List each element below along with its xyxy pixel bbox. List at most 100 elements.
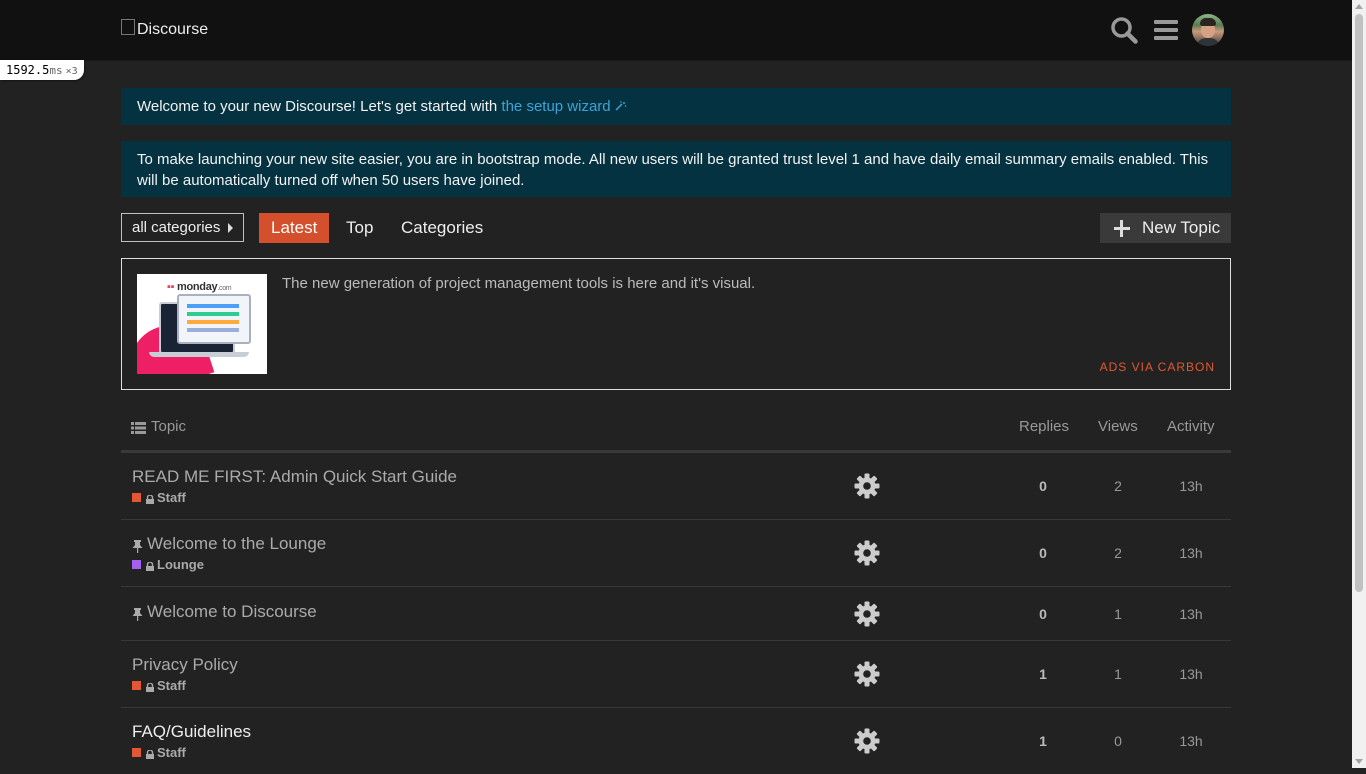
setup-wizard-notice: Welcome to your new Discourse! Let's get… (121, 88, 1231, 125)
search-icon[interactable] (1108, 14, 1140, 46)
category-badge[interactable]: Staff (132, 490, 186, 505)
lock-icon (146, 680, 154, 692)
hamburger-menu-icon[interactable] (1150, 14, 1182, 46)
category-name: Staff (157, 745, 186, 760)
scroll-down-icon[interactable] (1355, 759, 1363, 764)
views-count: 0 (1114, 733, 1122, 749)
replies-count[interactable]: 1 (1023, 733, 1063, 749)
gear-icon[interactable] (854, 540, 880, 566)
replies-count[interactable]: 0 (1023, 478, 1063, 494)
activity-time[interactable]: 13h (1171, 666, 1211, 682)
timer-unit: ms (49, 64, 63, 77)
activity-time[interactable]: 13h (1171, 478, 1211, 494)
bootstrap-mode-notice: To make launching your new site easier, … (121, 141, 1231, 197)
bootstrap-notice-text: To make launching your new site easier, … (137, 151, 1209, 189)
profiler-timer-badge[interactable]: 1592.5ms ×3 (0, 60, 84, 80)
tab-categories[interactable]: Categories (389, 213, 495, 243)
category-color-square (132, 493, 141, 502)
category-name: Staff (157, 490, 186, 505)
pin-icon (132, 538, 143, 553)
category-badge[interactable]: Staff (132, 678, 186, 693)
category-badge[interactable]: Staff (132, 745, 186, 760)
views-count: 2 (1114, 478, 1122, 494)
gear-icon[interactable] (854, 473, 880, 499)
table-row: READ ME FIRST: Admin Quick Start Guide S… (121, 453, 1231, 520)
ads-via-carbon-link[interactable]: ADS VIA CARBON (1100, 360, 1215, 374)
new-topic-button[interactable]: New Topic (1100, 213, 1231, 243)
tab-latest[interactable]: Latest (259, 213, 330, 243)
views-count: 2 (1114, 545, 1122, 561)
plus-icon (1114, 219, 1130, 237)
activity-time[interactable]: 13h (1171, 733, 1211, 749)
list-icon (131, 421, 146, 434)
navigation-bar: all categories Latest Top Categories New… (121, 213, 1231, 243)
header-icons (1108, 14, 1224, 46)
topic-title: Welcome to Discourse (147, 602, 317, 621)
topic-title: READ ME FIRST: Admin Quick Start Guide (132, 467, 457, 486)
views-count: 1 (1114, 666, 1122, 682)
user-avatar[interactable] (1192, 14, 1224, 46)
table-row: FAQ/Guidelines Staff 1 0 13h (121, 708, 1231, 774)
site-logo[interactable]: Discourse (121, 19, 209, 39)
topic-title-link[interactable]: Privacy Policy (132, 655, 238, 675)
views-count: 1 (1114, 606, 1122, 622)
scrollbar-thumb[interactable] (1355, 14, 1363, 592)
category-dropdown[interactable]: all categories (121, 213, 244, 242)
topic-header-label: Topic (151, 418, 187, 435)
ad-text[interactable]: The new generation of project management… (282, 275, 755, 292)
lock-icon (146, 492, 154, 504)
replies-count[interactable]: 1 (1023, 666, 1063, 682)
topic-list-header: Topic Replies Views Activity (121, 410, 1231, 453)
replies-count[interactable]: 0 (1023, 545, 1063, 561)
magic-wand-icon (615, 98, 627, 115)
scroll-up-icon[interactable] (1355, 4, 1363, 9)
setup-wizard-link[interactable]: the setup wizard (501, 98, 610, 115)
category-color-square (132, 681, 141, 690)
topic-title: Welcome to the Lounge (147, 534, 327, 553)
ad-image[interactable]: ▪▪ monday.com (137, 274, 267, 374)
topic-title-link[interactable]: READ ME FIRST: Admin Quick Start Guide (132, 467, 457, 487)
wizard-notice-text: Welcome to your new Discourse! Let's get… (137, 98, 502, 115)
caret-right-icon (228, 223, 233, 233)
lock-icon (146, 559, 154, 571)
replies-column-header[interactable]: Replies (1019, 418, 1069, 435)
tab-top[interactable]: Top (334, 213, 385, 243)
new-topic-label: New Topic (1142, 218, 1221, 237)
views-column-header[interactable]: Views (1098, 418, 1138, 435)
logo-alt-text: Discourse (137, 21, 209, 38)
topic-title: Privacy Policy (132, 655, 238, 674)
category-color-square (132, 560, 141, 569)
gear-icon[interactable] (854, 728, 880, 754)
topic-title: FAQ/Guidelines (132, 722, 252, 741)
table-row: Privacy Policy Staff 1 1 13h (121, 641, 1231, 708)
topic-title-link[interactable]: FAQ/Guidelines (132, 722, 251, 742)
activity-time[interactable]: 13h (1171, 545, 1211, 561)
activity-time[interactable]: 13h (1171, 606, 1211, 622)
gear-icon[interactable] (854, 661, 880, 687)
gear-icon[interactable] (854, 601, 880, 627)
page-scrollbar[interactable] (1352, 0, 1366, 768)
ad-brand-suffix: .com (217, 285, 232, 292)
lock-icon (146, 747, 154, 759)
table-row: Welcome to the Lounge Lounge 0 2 13h (121, 520, 1231, 587)
timer-multiplier: ×3 (65, 66, 78, 77)
site-header: Discourse (0, 0, 1352, 61)
ad-brand: monday (176, 281, 218, 293)
ad-brand-logo: ▪▪ monday.com (167, 281, 232, 293)
topic-column-header: Topic (131, 418, 186, 435)
category-badge[interactable]: Lounge (132, 557, 204, 572)
timer-value: 1592.5 (6, 63, 50, 77)
topic-title-link[interactable]: Welcome to the Lounge (132, 534, 326, 554)
replies-count[interactable]: 0 (1023, 606, 1063, 622)
category-color-square (132, 748, 141, 757)
category-name: Staff (157, 678, 186, 693)
pin-icon (132, 606, 143, 621)
activity-column-header[interactable]: Activity (1167, 418, 1215, 435)
table-row: Welcome to Discourse 0 1 13h (121, 587, 1231, 641)
carbon-ad: ▪▪ monday.com The new generation of proj… (121, 258, 1231, 390)
topic-title-link[interactable]: Welcome to Discourse (132, 602, 317, 622)
topic-list: READ ME FIRST: Admin Quick Start Guide S… (121, 453, 1231, 774)
broken-image-icon (121, 19, 135, 35)
category-name: Lounge (157, 557, 204, 572)
category-dropdown-label: all categories (132, 219, 221, 236)
